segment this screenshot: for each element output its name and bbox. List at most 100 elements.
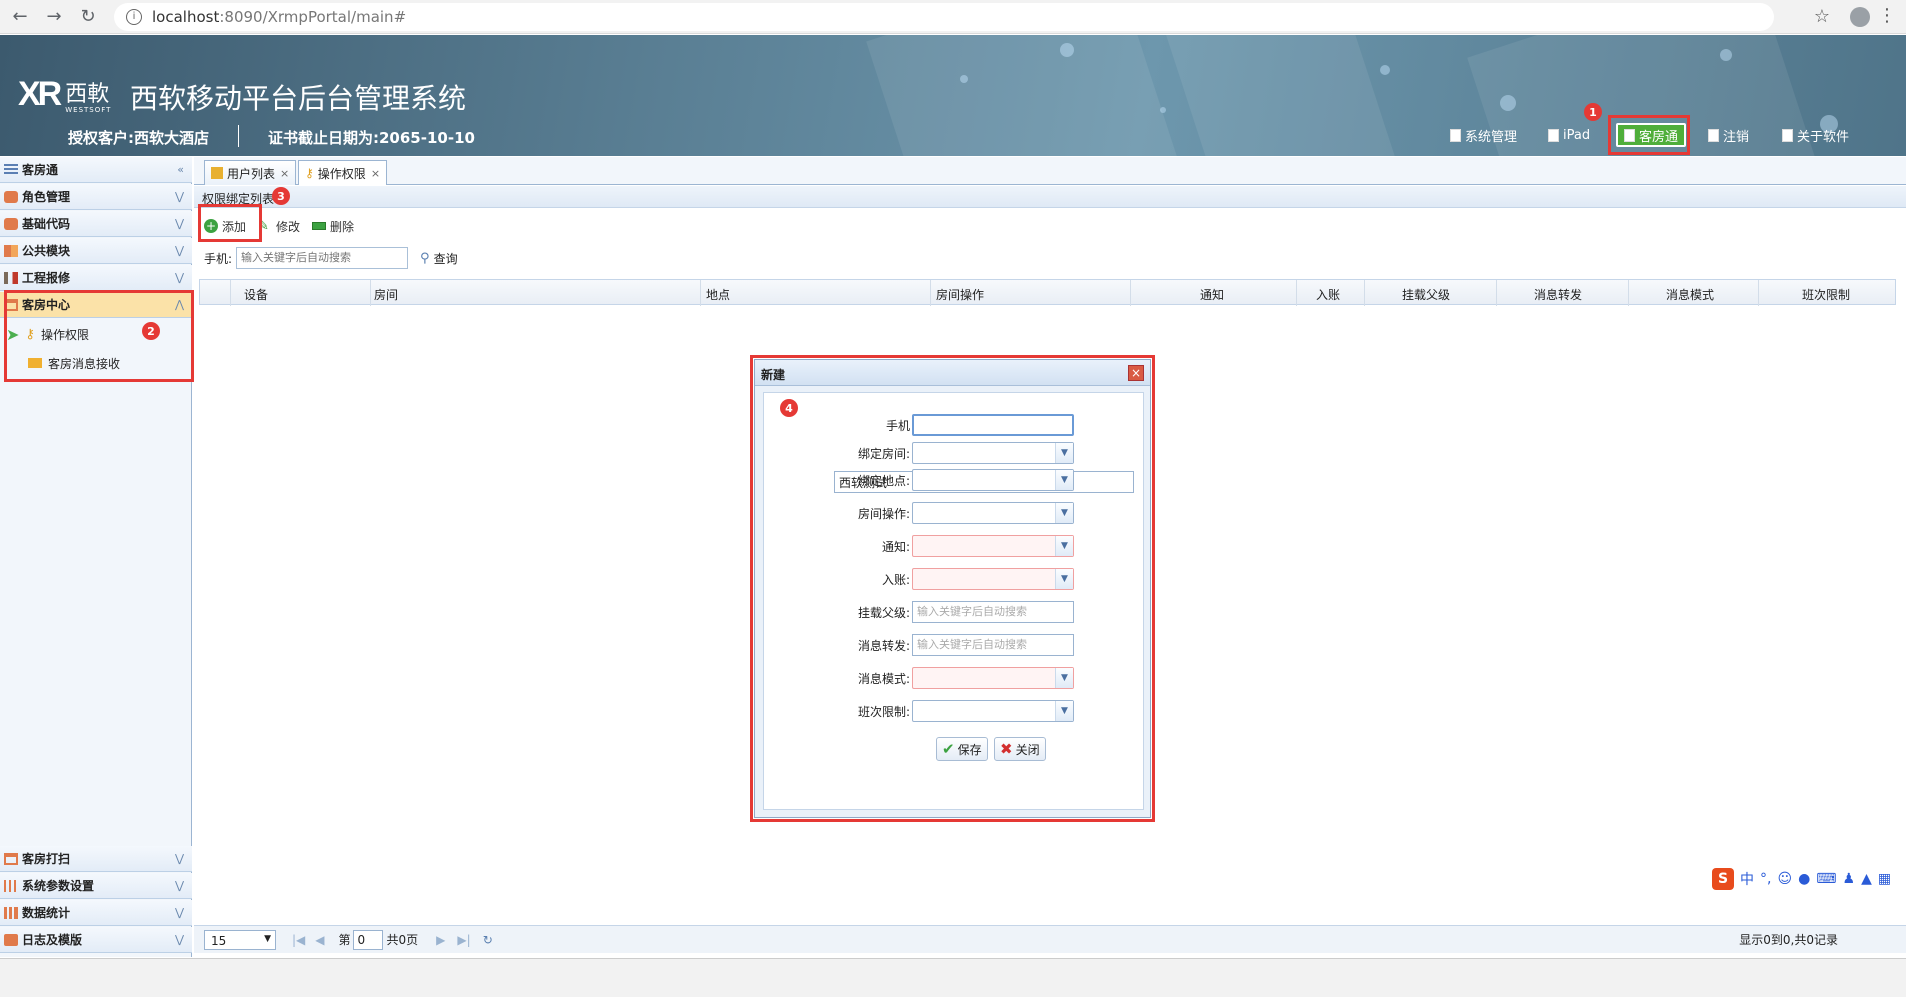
back-icon[interactable]: ← (6, 3, 34, 31)
pager-summary: 显示0到0,共0记录 (1739, 933, 1838, 947)
tab-user-list[interactable]: 用户列表 × (204, 160, 297, 185)
key-icon: ⚷ (305, 166, 314, 180)
highlight-box-1 (1608, 115, 1690, 155)
column-header-forward[interactable]: 消息转发 (1534, 286, 1582, 303)
grid-icon[interactable]: ▦ (1878, 871, 1891, 887)
sidebar-label: 数据统计 (22, 906, 71, 920)
log-icon (4, 933, 18, 946)
document-icon (1782, 128, 1793, 142)
collapse-icon[interactable]: « (177, 163, 184, 176)
sidebar-label: 公共模块 (22, 244, 71, 258)
tab-permission[interactable]: ⚷ 操作权限 × (298, 160, 388, 185)
sidebar-item-params[interactable]: 系统参数设置 ⋁ (0, 873, 192, 899)
tab-close-icon[interactable]: × (280, 167, 289, 180)
settings-sliders-icon (4, 879, 18, 892)
modules-icon (4, 244, 18, 257)
user-icon[interactable]: ♟ (1843, 871, 1856, 887)
logo-cn: 西軟 (65, 82, 110, 107)
column-header-room-op[interactable]: 房间操作 (936, 286, 984, 303)
tab-close-icon[interactable]: × (371, 167, 380, 180)
column-header-notify[interactable]: 通知 (1200, 286, 1224, 303)
sidebar-item-kefangtong[interactable]: 客房通 « (0, 157, 192, 183)
chevron-down-icon: ⋁ (174, 244, 184, 257)
menu-system-management[interactable]: 系统管理 (1450, 120, 1517, 150)
page-prefix: 第 (338, 933, 351, 947)
page-number-input[interactable]: 0 (352, 929, 383, 950)
info-icon[interactable]: i (126, 8, 142, 25)
bar-chart-icon (4, 906, 18, 919)
sidebar-item-basecode[interactable]: 基础代码 ⋁ (0, 211, 192, 237)
sogou-icon[interactable]: S (1712, 868, 1734, 890)
bookmark-star-icon[interactable]: ☆ (1814, 6, 1830, 27)
refresh-icon[interactable]: ↻ (483, 933, 493, 947)
sidebar-label: 客房通 (22, 163, 59, 177)
sidebar-item-stats[interactable]: 数据统计 ⋁ (0, 900, 192, 926)
edit-label: 修改 (276, 219, 301, 234)
column-header-posting[interactable]: 入账 (1316, 286, 1340, 303)
header-divider (238, 125, 239, 147)
chevron-down-icon: ⋁ (174, 852, 184, 865)
user-icon (211, 167, 223, 179)
sidebar-label: 工程报修 (22, 271, 71, 285)
sidebar-item-logs[interactable]: 日志及模版 ⋁ (0, 927, 192, 953)
column-header-device[interactable]: 设备 (244, 286, 268, 303)
last-page-icon[interactable]: ▶| (457, 933, 470, 947)
ime-mode[interactable]: 中 (1740, 869, 1754, 889)
list-icon (4, 163, 18, 176)
grid-header: 设备 房间 地点 房间操作 通知 入账 挂载父级 消息转发 消息模式 班次限制 (199, 279, 1896, 306)
microphone-icon[interactable]: ● (1798, 871, 1810, 887)
skin-icon[interactable]: ▲ (1861, 871, 1872, 887)
search-bar: 手机: ⚲ 查询 (194, 244, 1906, 272)
query-button[interactable]: 查询 (434, 250, 458, 267)
menu-label: iPad (1563, 127, 1591, 143)
menu-ipad[interactable]: iPad (1548, 120, 1590, 150)
chevron-down-icon: ⋁ (174, 217, 184, 230)
cert-expiry-label: 证书截止日期为:2065-10-10 (268, 129, 475, 147)
tag-icon (4, 190, 18, 203)
profile-avatar-icon[interactable] (1850, 7, 1870, 27)
keyboard-icon[interactable]: ⌨ (1816, 871, 1836, 887)
emoji-icon[interactable]: ☺ (1777, 871, 1792, 887)
panel-title: 权限绑定列表 (194, 186, 1906, 208)
reload-icon[interactable]: ↻ (74, 3, 102, 31)
menu-logout[interactable]: 注销 (1708, 120, 1749, 150)
page-size-select[interactable]: 15 ▼ (204, 929, 276, 950)
url-host: localhost (152, 7, 220, 26)
forward-icon[interactable]: → (40, 3, 68, 31)
sidebar-label: 系统参数设置 (22, 879, 95, 893)
sidebar-item-common[interactable]: 公共模块 ⋁ (0, 238, 192, 264)
sidebar-item-cleaning[interactable]: 客房打扫 ⋁ (0, 846, 192, 872)
ime-toolbar: S 中 °, ☺ ● ⌨ ♟ ▲ ▦ (1712, 866, 1891, 892)
address-bar[interactable]: i localhost:8090/XrmpPortal/main# (114, 2, 1774, 31)
edit-button[interactable]: ✎ 修改 (258, 218, 300, 235)
browser-menu-icon[interactable]: ⋮ (1878, 5, 1896, 26)
page-size-value: 15 (211, 933, 227, 948)
tag-icon (4, 217, 18, 230)
document-icon (1450, 128, 1461, 142)
sidebar-item-role[interactable]: 角色管理 ⋁ (0, 184, 192, 210)
url-path: :8090/XrmpPortal/main# (219, 7, 407, 26)
column-header-place[interactable]: 地点 (706, 286, 730, 303)
house-icon (4, 852, 18, 865)
column-header-parent[interactable]: 挂载父级 (1402, 286, 1450, 303)
logo-mark: XR (18, 75, 62, 113)
sidebar-label: 角色管理 (22, 190, 71, 204)
first-page-icon[interactable]: |◀ (292, 933, 305, 947)
search-label: 手机: (204, 251, 233, 266)
menu-label: 注销 (1723, 129, 1750, 145)
highlight-box-4 (750, 355, 1155, 822)
document-icon (1548, 128, 1559, 142)
tab-label: 操作权限 (317, 166, 366, 181)
column-header-mode[interactable]: 消息模式 (1666, 286, 1714, 303)
column-header-shift[interactable]: 班次限制 (1802, 286, 1850, 303)
sidebar-item-repair[interactable]: 工程报修 ⋁ (0, 265, 192, 291)
phone-search-input[interactable] (236, 247, 409, 269)
column-header-room[interactable]: 房间 (374, 286, 398, 303)
punctuation-icon[interactable]: °, (1760, 871, 1771, 887)
prev-page-icon[interactable]: ◀ (315, 933, 324, 947)
menu-about[interactable]: 关于软件 (1782, 120, 1849, 150)
search-icon[interactable]: ⚲ (420, 251, 430, 266)
delete-button[interactable]: 删除 (312, 218, 354, 235)
logout-icon (1708, 128, 1719, 142)
next-page-icon[interactable]: ▶ (436, 933, 445, 947)
